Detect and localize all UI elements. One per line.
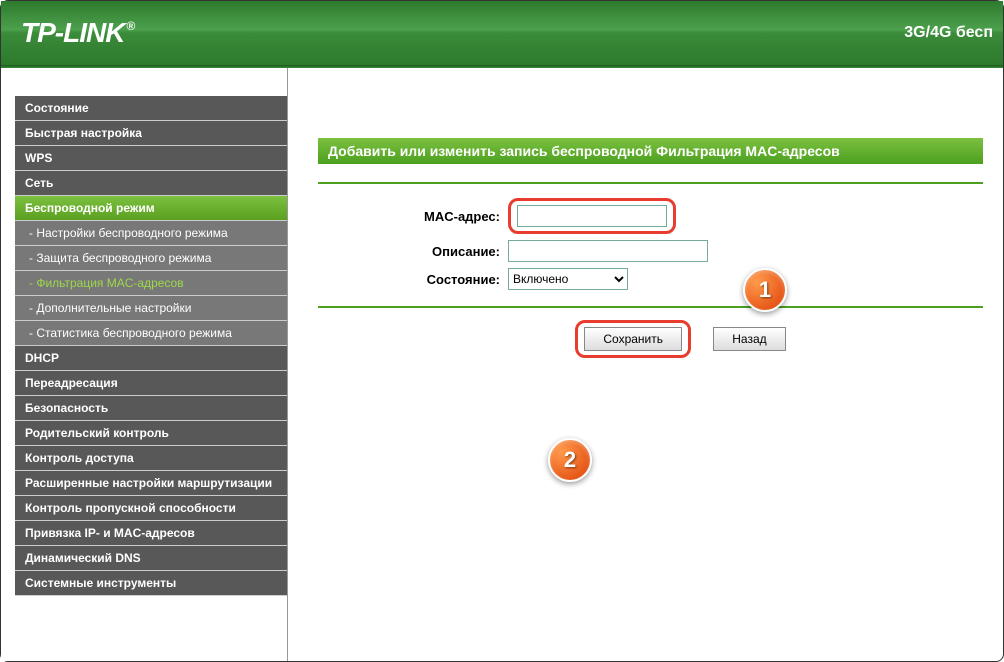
row-state: Состояние: Включено: [318, 268, 983, 290]
menu-item-13[interactable]: Родительский контроль: [15, 421, 287, 446]
callout-2: 2: [548, 438, 592, 482]
menu-item-19[interactable]: Системные инструменты: [15, 571, 287, 596]
menu-item-18[interactable]: Динамический DNS: [15, 546, 287, 571]
header-tagline: 3G/4G бесп: [904, 24, 993, 42]
menu-item-6[interactable]: - Защита беспроводного режима: [15, 246, 287, 271]
menu-item-17[interactable]: Привязка IP- и MAC-адресов: [15, 521, 287, 546]
mac-input[interactable]: [517, 205, 667, 227]
menu-item-11[interactable]: Переадресация: [15, 371, 287, 396]
divider-top: [318, 182, 983, 184]
state-label: Состояние:: [318, 272, 508, 287]
menu-item-3[interactable]: Сеть: [15, 171, 287, 196]
row-desc: Описание:: [318, 240, 983, 262]
menu-item-4[interactable]: Беспроводной режим: [15, 196, 287, 221]
menu-item-9[interactable]: - Статистика беспроводного режима: [15, 321, 287, 346]
sidebar: СостояниеБыстрая настройкаWPSСетьБеспров…: [1, 68, 287, 661]
page-title: Добавить или изменить запись беспроводно…: [318, 138, 983, 164]
header: TP-LINK® 3G/4G бесп: [1, 1, 1003, 65]
button-row: Сохранить Назад: [318, 320, 983, 358]
menu-item-2[interactable]: WPS: [15, 146, 287, 171]
logo: TP-LINK®: [21, 17, 134, 49]
menu-item-10[interactable]: DHCP: [15, 346, 287, 371]
state-select[interactable]: Включено: [508, 268, 628, 290]
nav-menu: СостояниеБыстрая настройкаWPSСетьБеспров…: [15, 96, 287, 596]
desc-input[interactable]: [508, 240, 708, 262]
menu-item-12[interactable]: Безопасность: [15, 396, 287, 421]
content-area: Добавить или изменить запись беспроводно…: [287, 68, 1003, 661]
menu-item-0[interactable]: Состояние: [15, 96, 287, 121]
menu-item-16[interactable]: Контроль пропускной способности: [15, 496, 287, 521]
callout-1: 1: [743, 268, 787, 312]
highlight-save: Сохранить: [575, 320, 691, 358]
menu-item-14[interactable]: Контроль доступа: [15, 446, 287, 471]
mac-label: MAC-адрес:: [318, 209, 508, 224]
highlight-mac: [508, 198, 676, 234]
divider-bottom: [318, 306, 983, 308]
save-button[interactable]: Сохранить: [584, 327, 682, 351]
menu-item-1[interactable]: Быстрая настройка: [15, 121, 287, 146]
menu-item-15[interactable]: Расширенные настройки маршрутизации: [15, 471, 287, 496]
menu-item-5[interactable]: - Настройки беспроводного режима: [15, 221, 287, 246]
menu-item-7[interactable]: - Фильтрация MAC-адресов: [15, 271, 287, 296]
menu-item-8[interactable]: - Дополнительные настройки: [15, 296, 287, 321]
row-mac: MAC-адрес:: [318, 198, 983, 234]
desc-label: Описание:: [318, 244, 508, 259]
back-button[interactable]: Назад: [713, 327, 785, 351]
